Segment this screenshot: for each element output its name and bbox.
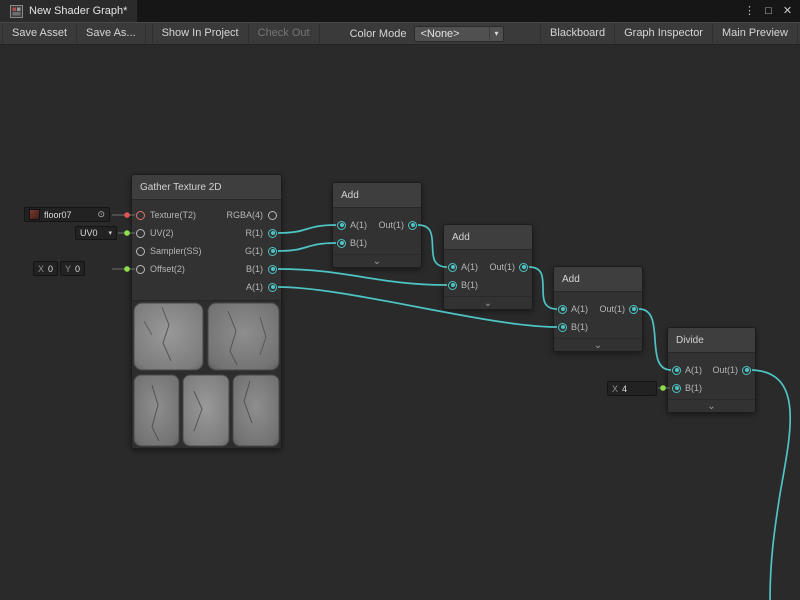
port-label: A(1) xyxy=(571,304,588,314)
port-label: RGBA(4) xyxy=(226,210,263,220)
toolbar-right-group: Blackboard Graph Inspector Main Preview xyxy=(540,23,798,44)
node-title: Add xyxy=(554,267,642,292)
shader-graph-icon xyxy=(10,5,23,18)
graph-canvas[interactable] xyxy=(0,0,800,600)
blackboard-toggle-button[interactable]: Blackboard xyxy=(540,23,615,44)
output-port-b[interactable] xyxy=(268,265,277,274)
port-label: G(1) xyxy=(245,246,263,256)
port-label: B(1) xyxy=(461,280,478,290)
node-add-1[interactable]: Add A(1) B(1) Out(1) ⌄ xyxy=(332,182,422,268)
offset-x-field[interactable]: X 0 xyxy=(33,261,58,276)
port-label: R(1) xyxy=(246,228,264,238)
port-label: A(1) xyxy=(461,262,478,272)
window-controls: ⋮ □ ✕ xyxy=(741,0,800,22)
port-label: Out(1) xyxy=(599,304,625,314)
input-port-a[interactable] xyxy=(337,221,346,230)
output-port-g[interactable] xyxy=(268,247,277,256)
field-label: X xyxy=(612,384,618,394)
node-gather-texture-2d[interactable]: Gather Texture 2D Texture(T2) RGBA(4) UV… xyxy=(131,174,282,449)
close-icon[interactable]: ✕ xyxy=(779,0,796,22)
kebab-menu-icon[interactable]: ⋮ xyxy=(741,0,758,22)
output-port-out[interactable] xyxy=(742,366,751,375)
graph-inspector-toggle-button[interactable]: Graph Inspector xyxy=(615,23,713,44)
port-label: B(1) xyxy=(685,383,702,393)
output-port-r[interactable] xyxy=(268,229,277,238)
field-value: 0 xyxy=(48,264,53,274)
input-port-b[interactable] xyxy=(672,384,681,393)
output-port-out[interactable] xyxy=(629,305,638,314)
port-label: Out(1) xyxy=(489,262,515,272)
color-mode-dropdown[interactable]: <None> ▾ xyxy=(414,26,504,42)
uv-channel-dropdown[interactable]: UV0 ▾ xyxy=(75,226,117,240)
port-label: Out(1) xyxy=(378,220,404,230)
port-label: B(1) xyxy=(246,264,263,274)
input-port-sampler[interactable] xyxy=(136,247,145,256)
node-add-3[interactable]: Add A(1) B(1) Out(1) ⌄ xyxy=(553,266,643,352)
save-asset-button[interactable]: Save Asset xyxy=(2,23,77,44)
port-label: Offset(2) xyxy=(150,264,185,274)
show-in-project-button[interactable]: Show In Project xyxy=(152,23,249,44)
offset-y-field[interactable]: Y 0 xyxy=(60,261,85,276)
port-label: A(1) xyxy=(350,220,367,230)
output-port-rgba[interactable] xyxy=(268,211,277,220)
gather-port-rows: Texture(T2) RGBA(4) UV(2) R(1) Sampler(S… xyxy=(132,200,281,300)
maximize-icon[interactable]: □ xyxy=(760,0,777,22)
input-port-texture[interactable] xyxy=(136,211,145,220)
field-value: 4 xyxy=(622,384,627,394)
input-port-a[interactable] xyxy=(558,305,567,314)
node-add-2[interactable]: Add A(1) B(1) Out(1) ⌄ xyxy=(443,224,533,310)
graph-tab[interactable]: New Shader Graph* xyxy=(0,0,137,22)
port-label: A(1) xyxy=(246,282,263,292)
node-title: Divide xyxy=(668,328,755,353)
check-out-button: Check Out xyxy=(249,23,320,44)
color-mode-value: <None> xyxy=(420,28,459,40)
color-mode-label: Color Mode xyxy=(342,28,415,40)
object-picker-icon[interactable]: ⊙ xyxy=(97,210,105,219)
dropdown-arrow-icon: ▾ xyxy=(489,27,498,40)
title-bar: New Shader Graph* ⋮ □ ✕ xyxy=(0,0,800,22)
texture-preview xyxy=(132,300,281,448)
field-label: Y xyxy=(65,264,71,274)
uv-dropdown-value: UV0 xyxy=(80,228,98,238)
shader-graph-window: New Shader Graph* ⋮ □ ✕ Save Asset Save … xyxy=(0,0,800,600)
input-port-b[interactable] xyxy=(337,239,346,248)
node-title: Gather Texture 2D xyxy=(132,175,281,200)
node-title: Add xyxy=(333,183,421,208)
save-as-button[interactable]: Save As... xyxy=(77,23,146,44)
output-port-out[interactable] xyxy=(519,263,528,272)
texture-thumbnail xyxy=(29,209,40,220)
output-port-a[interactable] xyxy=(268,283,277,292)
offset-vector2-field: X 0 Y 0 xyxy=(33,261,85,276)
input-port-b[interactable] xyxy=(558,323,567,332)
input-port-a[interactable] xyxy=(672,366,681,375)
graph-toolbar: Save Asset Save As... Show In Project Ch… xyxy=(0,22,800,45)
node-divide[interactable]: Divide A(1) B(1) Out(1) ⌄ xyxy=(667,327,756,413)
node-title: Add xyxy=(444,225,532,250)
port-label: Out(1) xyxy=(712,365,738,375)
texture-object-field[interactable]: floor07 ⊙ xyxy=(24,207,110,222)
input-port-offset[interactable] xyxy=(136,265,145,274)
port-label: B(1) xyxy=(571,322,588,332)
port-label: B(1) xyxy=(350,238,367,248)
input-port-b[interactable] xyxy=(448,281,457,290)
collapse-chevron-icon[interactable]: ⌄ xyxy=(668,399,755,412)
input-port-a[interactable] xyxy=(448,263,457,272)
tab-title: New Shader Graph* xyxy=(29,5,127,17)
port-label: Sampler(SS) xyxy=(150,246,202,256)
dropdown-arrow-icon: ▾ xyxy=(108,229,112,237)
field-label: X xyxy=(38,264,44,274)
texture-field-value: floor07 xyxy=(44,210,72,220)
collapse-chevron-icon[interactable]: ⌄ xyxy=(554,338,642,351)
output-port-out[interactable] xyxy=(408,221,417,230)
port-label: A(1) xyxy=(685,365,702,375)
collapse-chevron-icon[interactable]: ⌄ xyxy=(333,254,421,267)
port-label: UV(2) xyxy=(150,228,174,238)
main-preview-toggle-button[interactable]: Main Preview xyxy=(713,23,798,44)
port-label: Texture(T2) xyxy=(150,210,196,220)
divide-b-float-field[interactable]: X 4 xyxy=(607,381,657,396)
collapse-chevron-icon[interactable]: ⌄ xyxy=(444,296,532,309)
field-value: 0 xyxy=(75,264,80,274)
input-port-uv[interactable] xyxy=(136,229,145,238)
